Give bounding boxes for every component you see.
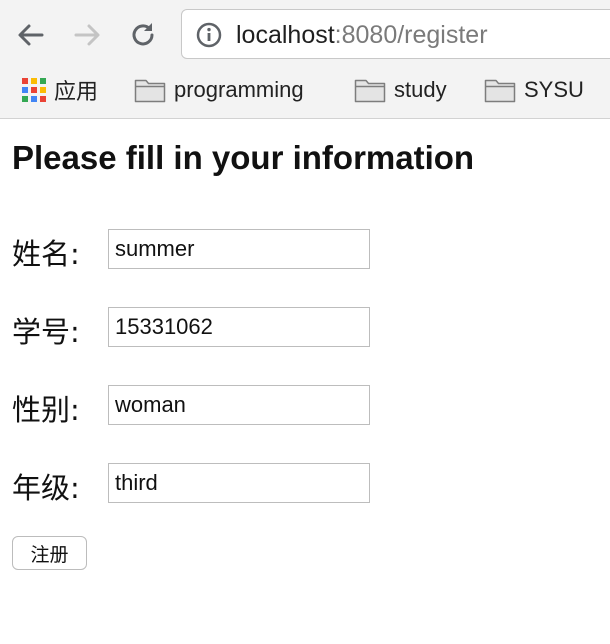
arrow-right-icon <box>74 24 100 46</box>
student-id-label: 学号: <box>12 315 80 349</box>
browser-toolbar: localhost:8080/register 应用 programming s <box>0 0 610 119</box>
url-host: localhost <box>236 21 335 49</box>
apps-grid-icon <box>22 78 46 102</box>
bookmark-label: SYSU <box>524 77 584 102</box>
bookmarks-bar: 应用 programming study SYSU <box>0 68 610 112</box>
back-button[interactable] <box>14 18 48 52</box>
folder-icon <box>134 79 166 103</box>
forward-button[interactable] <box>70 18 104 52</box>
name-label: 姓名: <box>12 237 80 271</box>
bookmark-study[interactable]: study <box>354 68 447 112</box>
register-button[interactable]: 注册 <box>12 536 87 570</box>
bookmark-programming[interactable]: programming <box>134 68 304 112</box>
reload-button[interactable] <box>126 18 160 52</box>
name-input[interactable] <box>108 229 370 269</box>
arrow-left-icon <box>18 24 44 46</box>
folder-icon <box>484 79 516 103</box>
bookmark-label: study <box>394 77 447 102</box>
folder-icon <box>354 79 386 103</box>
gender-input[interactable] <box>108 385 370 425</box>
page-title: Please fill in your information <box>12 139 475 176</box>
address-bar[interactable]: localhost:8080/register <box>181 9 610 59</box>
info-icon[interactable] <box>196 22 222 48</box>
page-content: Please fill in your information 姓名: 学号: … <box>0 119 610 644</box>
student-id-input[interactable] <box>108 307 370 347</box>
reload-icon <box>132 23 154 46</box>
grade-input[interactable] <box>108 463 370 503</box>
bookmark-label: 应用 <box>54 79 99 104</box>
bookmark-label: programming <box>174 77 304 102</box>
url-path: :8080/register <box>334 21 488 49</box>
url-text[interactable]: localhost:8080/register <box>236 18 488 52</box>
gender-label: 性别: <box>12 393 80 427</box>
bookmark-sysu[interactable]: SYSU <box>484 68 584 112</box>
bookmark-apps[interactable]: 应用 <box>22 68 98 112</box>
grade-label: 年级: <box>12 471 80 505</box>
